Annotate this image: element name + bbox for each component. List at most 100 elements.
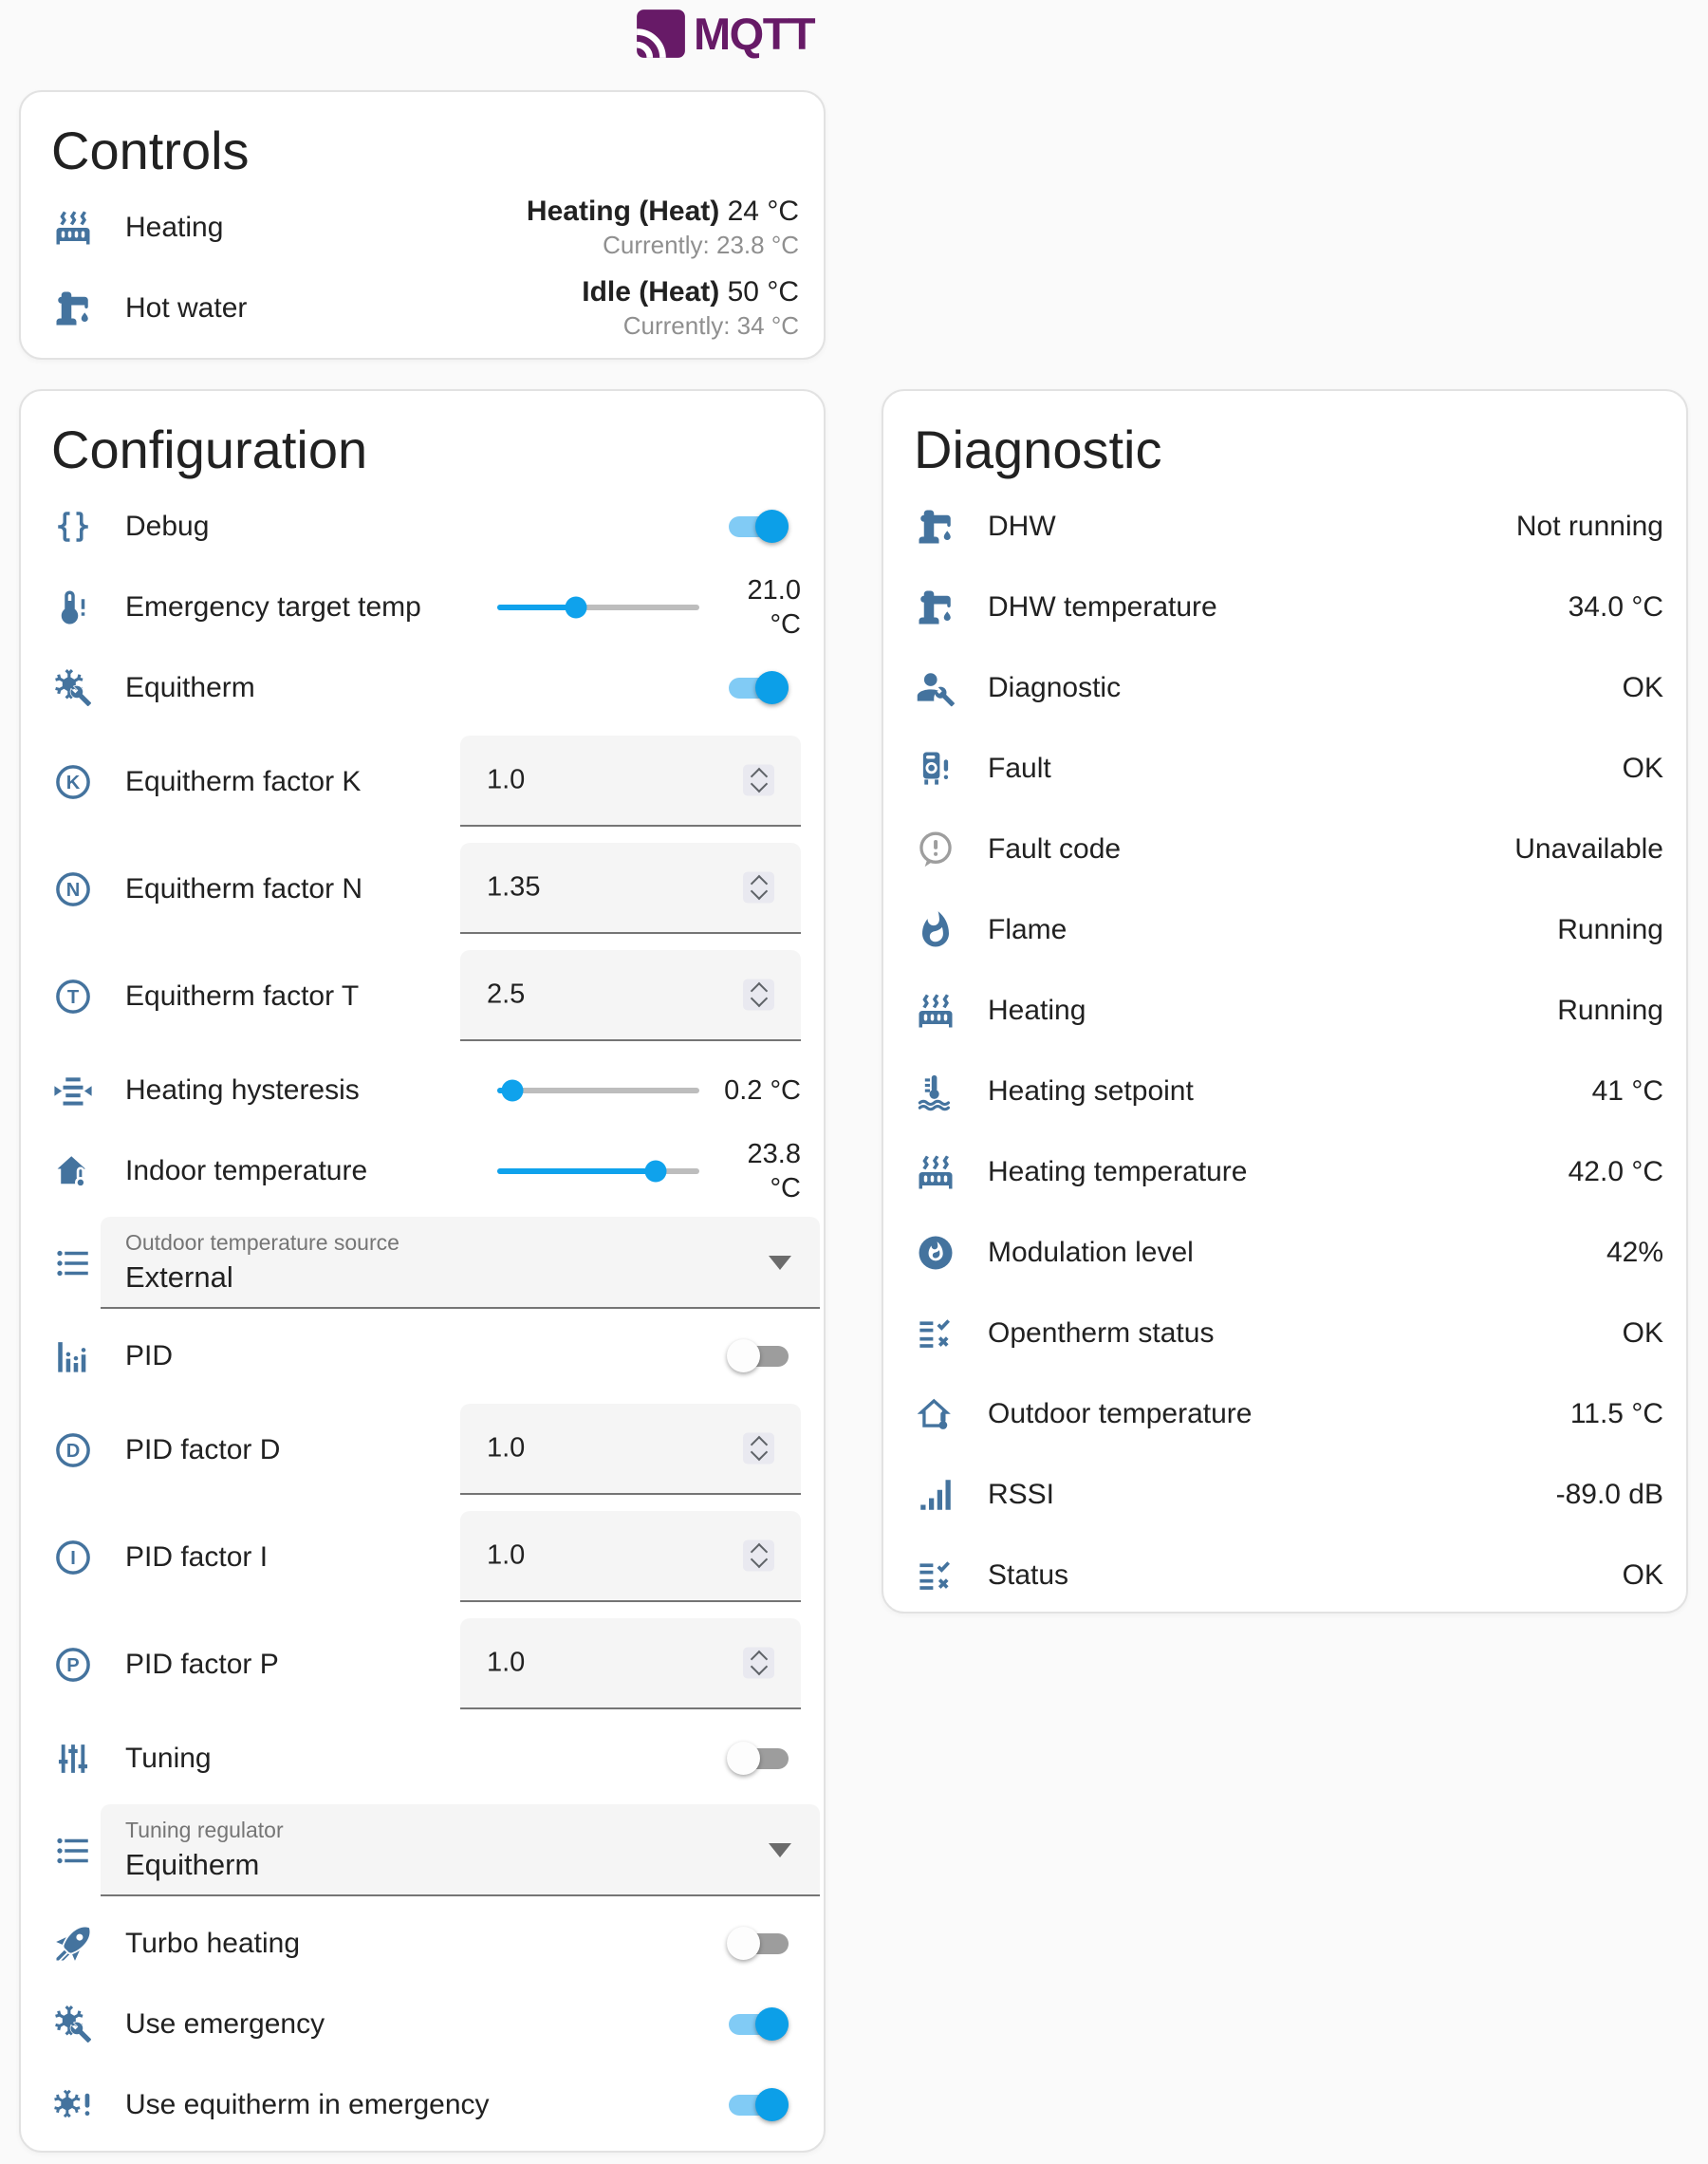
svg-text:K: K [66, 773, 81, 793]
diagnostic-label: Modulation level [988, 1237, 1194, 1269]
slider-value-line: 23.8 [748, 1137, 801, 1171]
diagnostic-value: Running [1557, 995, 1663, 1027]
toggle-pid[interactable] [729, 1346, 789, 1367]
slider-thumb[interactable] [645, 1160, 667, 1182]
number-input-equitherm-factor-n[interactable]: 1.35 [460, 843, 801, 934]
slider-value: 23.8°C [748, 1137, 801, 1205]
number-input-equitherm-factor-t[interactable]: 2.5 [460, 950, 801, 1041]
select-value: External [125, 1260, 233, 1295]
svg-text:T: T [67, 987, 80, 1008]
configuration-card: Configuration DebugEmergency target temp… [19, 389, 826, 2153]
slider-emergency-target-temp[interactable] [497, 605, 699, 610]
number-stepper[interactable] [743, 1540, 774, 1572]
water-pump-icon [53, 289, 93, 328]
number-stepper[interactable] [743, 872, 774, 904]
diagnostic-value: OK [1623, 672, 1663, 704]
diagnostic-label: Opentherm status [988, 1317, 1214, 1350]
toggle-thumb[interactable] [727, 1742, 760, 1775]
number-value: 2.5 [487, 979, 525, 1011]
radiator-icon [53, 208, 93, 248]
number-input-pid-factor-p[interactable]: 1.0 [460, 1618, 801, 1709]
toggle-thumb[interactable] [755, 671, 789, 704]
alpha-n-circle-icon: N [53, 869, 93, 909]
diagnostic-row-outdoor-temperature[interactable]: Outdoor temperature11.5 °C [883, 1373, 1686, 1454]
diagnostic-row-opentherm-status[interactable]: Opentherm status OK [883, 1293, 1686, 1373]
control-value-heating[interactable]: Heating (Heat) 24 °CCurrently: 23.8 °C [527, 195, 799, 261]
diagnostic-row-status[interactable]: StatusOK [883, 1535, 1686, 1615]
diagnostic-value: OK [1623, 1317, 1663, 1350]
diagnostic-row-flame[interactable]: FlameRunning [883, 889, 1686, 970]
diagnostic-card-title: Diagnostic [883, 391, 1686, 486]
diagnostic-label: Heating temperature [988, 1156, 1248, 1188]
number-stepper[interactable] [743, 979, 774, 1011]
alpha-t-circle-icon: T [53, 977, 93, 1017]
control-state-text: Idle (Heat) 50 °C [582, 275, 799, 309]
toggle-equitherm[interactable] [729, 678, 789, 699]
diagnostic-row-heating[interactable]: HeatingRunning [883, 970, 1686, 1051]
number-input-equitherm-factor-k[interactable]: 1.0 [460, 736, 801, 827]
toggle-tuning[interactable] [729, 1748, 789, 1769]
config-label: Equitherm factor T [125, 980, 359, 1013]
diagnostic-value: 42% [1606, 1237, 1663, 1269]
toggle-turbo-heating[interactable] [729, 1933, 789, 1954]
dropdown-caret-icon [769, 1256, 791, 1270]
diagnostic-row-heating-temperature[interactable]: Heating temperature42.0 °C [883, 1131, 1686, 1212]
config-row-emergency-target-temp: Emergency target temp21.0°C [21, 567, 824, 647]
number-stepper[interactable] [743, 1433, 774, 1464]
toggle-thumb[interactable] [755, 2007, 789, 2041]
diagnostic-value: Running [1557, 914, 1663, 946]
diagnostic-row-heating-setpoint[interactable]: Heating setpoint41 °C [883, 1051, 1686, 1131]
diagnostic-rows: DHW Not running DHW temperature34.0 °CDiag… [883, 486, 1686, 1615]
number-stepper[interactable] [743, 1648, 774, 1679]
diagnostic-row-rssi[interactable]: RSSI-89.0 dB [883, 1454, 1686, 1535]
diagnostic-row-diagnostic[interactable]: DiagnosticOK [883, 647, 1686, 728]
diagnostic-label: Status [988, 1559, 1068, 1592]
number-stepper[interactable] [743, 765, 774, 796]
toggle-use-equitherm-in-emergency[interactable] [729, 2095, 789, 2116]
diagnostic-row-fault[interactable]: FaultOK [883, 728, 1686, 809]
diagnostic-row-dhw[interactable]: DHW Not running [883, 486, 1686, 567]
config-row-use-equitherm-in-emergency: Use equitherm in emergency [21, 2064, 824, 2145]
controls-card: Controls HeatingHeating (Heat) 24 °CCurr… [19, 90, 826, 360]
control-value-hot-water[interactable]: Idle (Heat) 50 °CCurrently: 34 °C [582, 275, 799, 342]
fire-circle-icon [916, 1233, 956, 1273]
slider-value: 21.0°C [748, 573, 801, 642]
water-pump-icon [916, 588, 956, 627]
diagnostic-row-dhw-temperature[interactable]: DHW temperature34.0 °C [883, 567, 1686, 647]
config-label: Turbo heating [125, 1928, 300, 1960]
chart-bars-icon [53, 1336, 93, 1376]
hysteresis-arrows-icon [53, 1071, 93, 1110]
number-input-pid-factor-i[interactable]: 1.0 [460, 1511, 801, 1602]
toggle-thumb[interactable] [755, 510, 789, 543]
diagnostic-label: DHW [988, 511, 1056, 543]
alpha-i-circle-icon: I [53, 1538, 93, 1577]
slider-heating-hysteresis[interactable] [497, 1088, 699, 1093]
number-value: 1.0 [487, 1433, 525, 1464]
toggle-use-emergency[interactable] [729, 2014, 789, 2035]
config-label: Equitherm factor N [125, 873, 362, 905]
diagnostic-row-modulation-level[interactable]: Modulation level 42% [883, 1212, 1686, 1293]
config-row-equitherm-factor-t: T Equitherm factor T 2.5 [21, 942, 824, 1050]
toggle-thumb[interactable] [755, 2088, 789, 2121]
slider-thumb[interactable] [502, 1079, 524, 1101]
slider-indoor-temperature[interactable] [497, 1168, 699, 1174]
diagnostic-value: Not running [1516, 511, 1663, 543]
slider-thumb[interactable] [566, 596, 587, 618]
number-input-pid-factor-d[interactable]: 1.0 [460, 1404, 801, 1495]
toggle-thumb[interactable] [727, 1339, 760, 1372]
water-boiler-alert-icon [916, 749, 956, 789]
code-braces-icon [53, 507, 93, 547]
toggle-thumb[interactable] [727, 1927, 760, 1960]
control-state-text: Heating (Heat) 24 °C [527, 195, 799, 229]
config-row-pid-factor-i: IPID factor I1.0 [21, 1503, 824, 1611]
select-tuning-regulator[interactable]: Tuning regulatorEquitherm [101, 1804, 820, 1896]
list-status-icon [916, 1556, 956, 1595]
snowflake-wrench-icon [53, 2005, 93, 2044]
home-thermometer-icon [53, 1151, 93, 1191]
svg-text:N: N [66, 880, 81, 901]
select-outdoor-temperature-source[interactable]: Outdoor temperature sourceExternal [101, 1217, 820, 1309]
slider-value-line: 0.2 °C [724, 1073, 801, 1108]
diagnostic-row-fault-code[interactable]: Fault codeUnavailable [883, 809, 1686, 889]
diagnostic-value: 34.0 °C [1569, 591, 1663, 624]
toggle-debug[interactable] [729, 516, 789, 537]
